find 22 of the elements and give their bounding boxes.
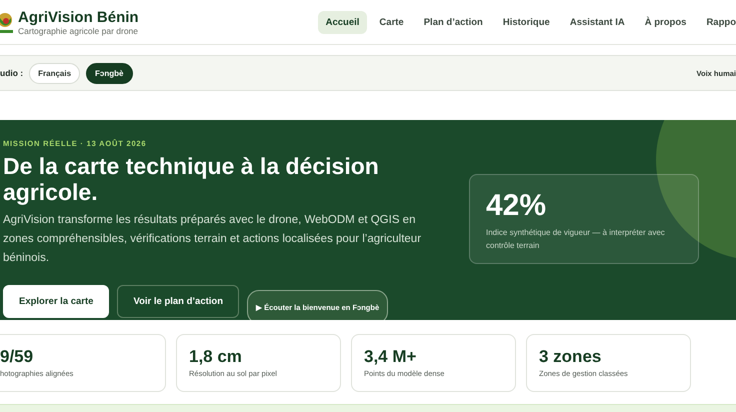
hero-button[interactable]: Explorer la carte [3,284,110,318]
nav-link[interactable]: Assistant IA [562,10,633,34]
nav-link[interactable]: Rappo [698,10,736,34]
nav-link[interactable]: Plan d’action [416,10,491,34]
language-toggle[interactable]: Fɔngbè [86,62,132,84]
hero-text: AgriVision transforme les résultats préparés avec le drone, WebODM et QGIS en zones compréhensibles, vérifications terrain et actions localisées pour l’agriculteur béninois. [3,213,422,266]
app-subtitle: Cartographie agricole par drone [18,26,139,36]
nav-link[interactable]: Accueil [318,10,368,34]
metric-value: 42% [486,190,548,222]
app-title: AgriVision Bénin [18,8,139,26]
hero-button[interactable]: Voir le plan d’action [117,284,240,318]
audio-label: udio : [0,68,24,78]
nav-link[interactable]: Carte [371,10,412,34]
stat-value: 3,4 M+ [364,347,418,367]
metric-caption: Indice synthétique de vigueur — à interpréter avec contrôle terrain [486,227,666,252]
stat-value: 3 zones [539,347,602,367]
nav-link[interactable]: À propos [636,10,694,34]
stat-value: 9/59 [0,347,34,367]
stat-value: 1,8 cm [189,347,243,367]
nav-link[interactable]: Historique [494,10,558,34]
hero-title: De la carte technique à la décision agricole. [3,153,380,205]
language-toggle[interactable]: Français [29,62,80,84]
